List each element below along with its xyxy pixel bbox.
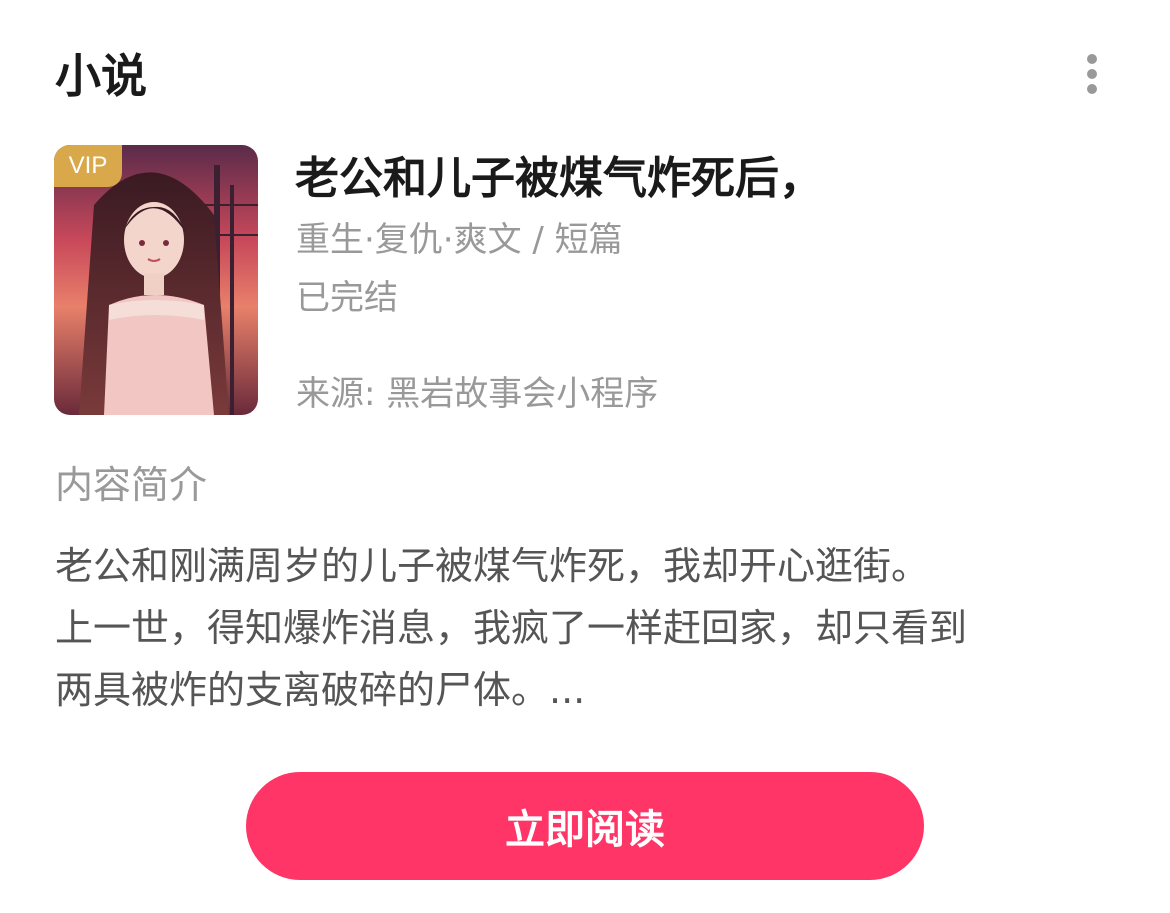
synopsis-label: 内容简介 — [55, 463, 208, 507]
book-source: 来源: 黑岩故事会小程序 — [296, 374, 659, 414]
synopsis-line: 两具被炸的支离破碎的尸体。... — [55, 668, 586, 712]
more-dot — [1087, 69, 1097, 79]
more-dot — [1087, 84, 1097, 94]
book-status: 已完结 — [296, 278, 398, 318]
vip-badge: VIP — [54, 145, 122, 187]
synopsis-line: 老公和刚满周岁的儿子被煤气炸死，我却开心逛街。 — [55, 544, 930, 588]
book-tags: 重生·复仇·爽文 / 短篇 — [296, 220, 623, 260]
synopsis-line: 上一世，得知爆炸消息，我疯了一样赶回家，却只看到 — [55, 606, 968, 650]
synopsis-text: 老公和刚满周岁的儿子被煤气炸死，我却开心逛街。 上一世，得知爆炸消息，我疯了一样… — [55, 535, 1115, 721]
book-cover[interactable]: VIP — [54, 145, 258, 415]
book-title[interactable]: 老公和儿子被煤气炸死后， — [295, 148, 823, 210]
read-now-button[interactable]: 立即阅读 — [246, 772, 924, 880]
more-vertical-icon[interactable] — [1072, 48, 1112, 100]
more-dot — [1087, 54, 1097, 64]
novel-card: 小说 VIP 老公和儿子被煤气炸死后， 重生·复仇·爽文 / 短篇 已完结 来源… — [0, 0, 1170, 913]
card-title: 小说 — [55, 49, 147, 103]
